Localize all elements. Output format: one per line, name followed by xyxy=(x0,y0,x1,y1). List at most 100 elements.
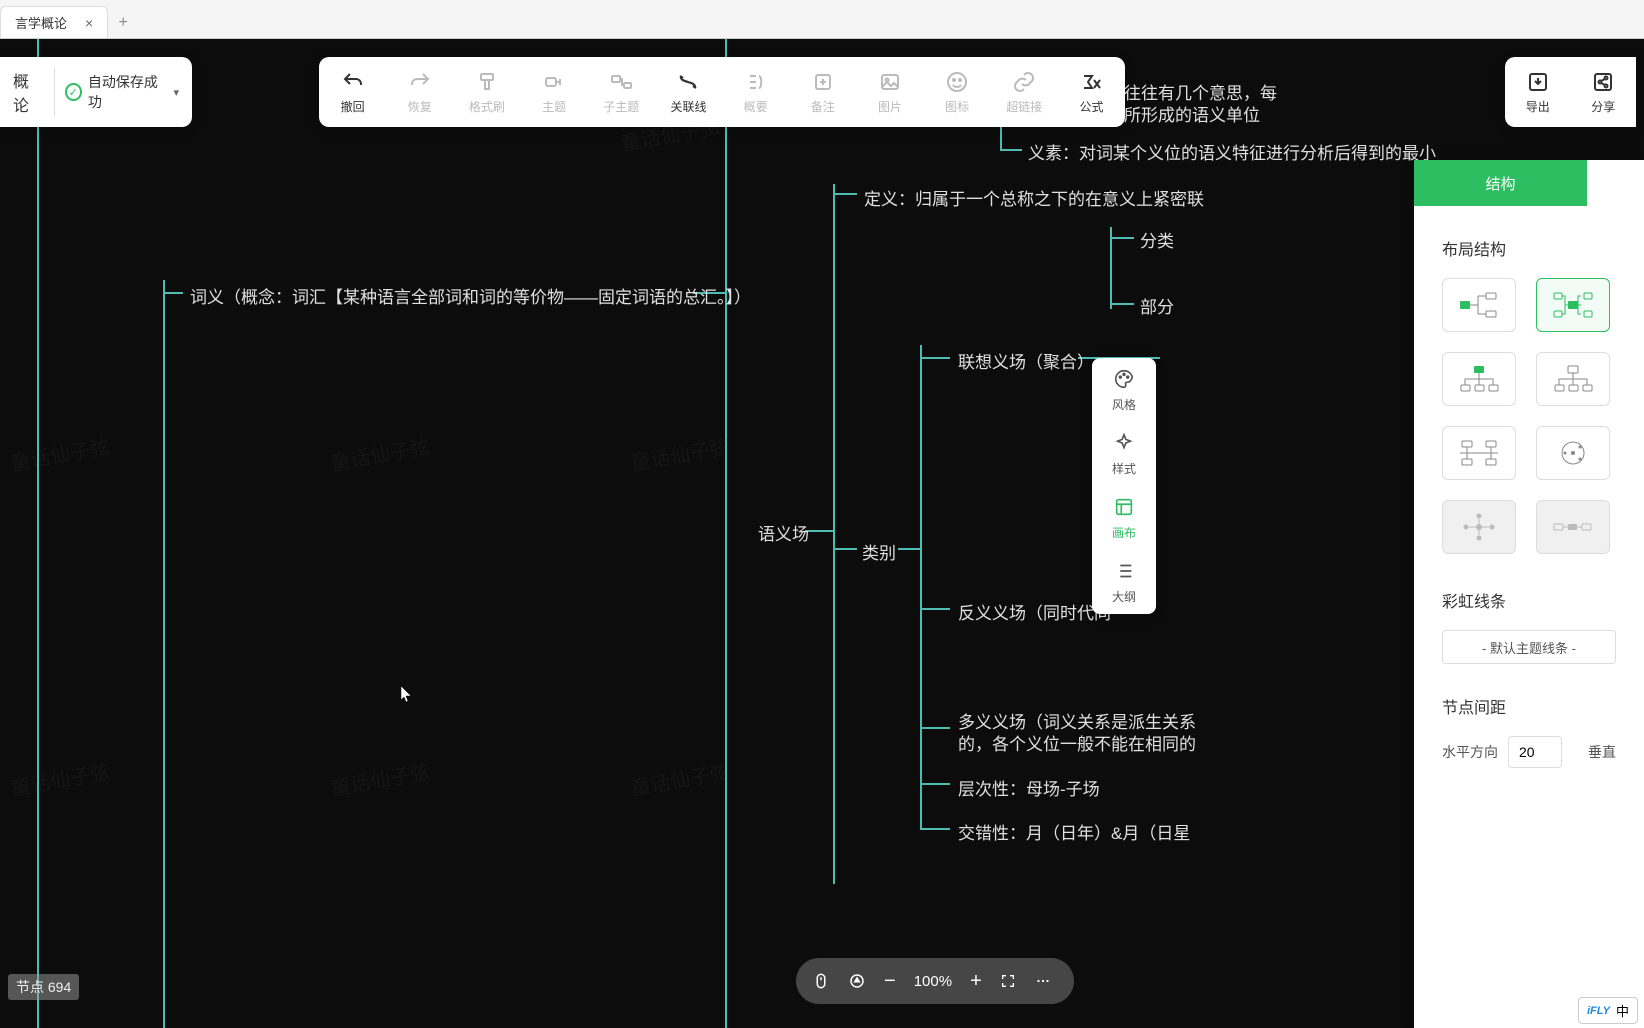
redo-button[interactable]: 恢复 xyxy=(386,57,453,127)
connector xyxy=(1110,227,1112,309)
connector xyxy=(805,530,833,532)
topic-icon xyxy=(542,70,566,94)
relation-button[interactable]: 关联线 xyxy=(655,57,722,127)
node[interactable]: 部分 xyxy=(1140,293,1174,318)
node[interactable]: 反义义场（同时代同 xyxy=(958,599,1111,624)
connector xyxy=(920,828,950,830)
formula-icon xyxy=(1079,70,1103,94)
summary-button[interactable]: 概要 xyxy=(722,57,789,127)
tab[interactable]: 言学概论 × xyxy=(0,6,108,38)
node[interactable]: 的，各个义位一般不能在相同的 xyxy=(958,730,1196,755)
format-button[interactable]: 样式 xyxy=(1092,422,1156,486)
node[interactable]: 分类 xyxy=(1140,227,1174,252)
ime-indicator[interactable]: iFLY 中 xyxy=(1578,997,1638,1024)
v-spacing-label: 垂直 xyxy=(1588,742,1616,762)
connector xyxy=(920,783,950,785)
list-icon xyxy=(1113,560,1135,585)
node-count-badge: 节点 694 xyxy=(8,974,79,1000)
spacing-heading: 节点间距 xyxy=(1442,694,1616,718)
image-button[interactable]: 图片 xyxy=(856,57,923,127)
connector xyxy=(1110,303,1134,305)
share-button[interactable]: 分享 xyxy=(1571,57,1637,127)
canvas[interactable]: 童话仙子弦 童话仙子弦 童话仙子弦 童话仙子弦 童话仙子弦 童话仙子弦 童话仙子… xyxy=(0,39,1644,1028)
connector xyxy=(920,608,950,610)
undo-icon xyxy=(341,70,365,94)
panel-tab-structure[interactable]: 结构 xyxy=(1414,160,1587,206)
node[interactable]: 语义场 xyxy=(758,520,809,545)
connector xyxy=(725,39,727,1028)
note-button[interactable]: 备注 xyxy=(789,57,856,127)
node[interactable]: 定义：归属于一个总称之下的在意义上紧密联 xyxy=(864,185,1204,210)
layout-right[interactable] xyxy=(1442,278,1516,332)
tab-title: 言学概论 xyxy=(15,13,67,32)
layout-org[interactable] xyxy=(1536,352,1610,406)
topic-button[interactable]: 主题 xyxy=(521,57,588,127)
check-icon: ✓ xyxy=(65,83,82,101)
layout-timeline[interactable] xyxy=(1442,426,1516,480)
formula-button[interactable]: 公式 xyxy=(1058,57,1125,127)
export-button[interactable]: 导出 xyxy=(1505,57,1571,127)
watermark: 童话仙子弦 xyxy=(328,431,432,477)
outline-button[interactable]: 大纲 xyxy=(1092,550,1156,614)
canvas-button[interactable]: 画布 xyxy=(1092,486,1156,550)
node[interactable]: 交错性：月（日年）&月（日星 xyxy=(958,819,1190,844)
layout-radial[interactable] xyxy=(1536,426,1610,480)
node[interactable]: 层次性：母场-子场 xyxy=(958,775,1100,800)
ime-logo: iFLY xyxy=(1587,1005,1610,1017)
mouse-icon[interactable] xyxy=(812,972,830,990)
layout-linear[interactable] xyxy=(1536,500,1610,554)
zoom-bar: − 100% + xyxy=(796,958,1074,1004)
hyperlink-button[interactable]: 超链接 xyxy=(991,57,1058,127)
right-toolbar: 导出 分享 xyxy=(1505,57,1636,127)
subtopic-button[interactable]: 子主题 xyxy=(588,57,655,127)
connector xyxy=(898,548,920,550)
summary-icon xyxy=(744,70,768,94)
watermark: 童话仙子弦 xyxy=(8,756,112,802)
relation-icon xyxy=(676,70,700,94)
export-icon xyxy=(1526,70,1550,94)
icon-button[interactable]: 图标 xyxy=(924,57,991,127)
connector xyxy=(1110,237,1134,239)
node[interactable]: 义素：对词某个义位的语义特征进行分析后得到的最小 xyxy=(1028,139,1436,164)
structure-panel: 结构 布局结构 彩虹线条 - 默认主题线条 - 节点间距 水平方向 垂直 xyxy=(1414,160,1644,1028)
undo-button[interactable]: 撤回 xyxy=(319,57,386,127)
rainbow-select[interactable]: - 默认主题线条 - xyxy=(1442,630,1616,664)
locate-icon[interactable] xyxy=(848,972,866,990)
zoom-in-button[interactable]: + xyxy=(970,970,982,993)
node-main[interactable]: 词义（概念：词汇【某种语言全部词和词的等价物——固定词语的总汇。】） xyxy=(190,283,751,308)
add-tab-button[interactable]: + xyxy=(108,8,138,38)
h-spacing-input[interactable] xyxy=(1508,736,1562,768)
node[interactable]: 联想义场（聚合） xyxy=(958,348,1094,373)
watermark: 童话仙子弦 xyxy=(328,756,432,802)
node[interactable]: 类别 xyxy=(862,539,896,564)
watermark: 童话仙子弦 xyxy=(8,431,112,477)
connector xyxy=(920,727,950,729)
layout-star[interactable] xyxy=(1442,500,1516,554)
layout-org-color[interactable] xyxy=(1442,352,1516,406)
doc-title: 概论 xyxy=(13,68,55,116)
more-icon[interactable] xyxy=(1034,972,1052,990)
ime-lang: 中 xyxy=(1616,1001,1629,1020)
layout-both[interactable] xyxy=(1536,278,1610,332)
connector xyxy=(920,357,950,359)
share-icon xyxy=(1591,70,1615,94)
watermark: 童话仙子弦 xyxy=(628,431,732,477)
rainbow-heading: 彩虹线条 xyxy=(1442,588,1616,612)
link-icon xyxy=(1012,70,1036,94)
node[interactable]: 所形成的语义单位 xyxy=(1124,101,1260,126)
connector xyxy=(163,280,165,1028)
zoom-out-button[interactable]: − xyxy=(884,970,896,993)
layout-heading: 布局结构 xyxy=(1442,236,1616,260)
format-brush-button[interactable]: 格式刷 xyxy=(453,57,520,127)
image-icon xyxy=(878,70,902,94)
style-button[interactable]: 风格 xyxy=(1092,358,1156,422)
sparkle-icon xyxy=(1113,432,1135,457)
brush-icon xyxy=(475,70,499,94)
fullscreen-icon[interactable] xyxy=(1000,973,1016,989)
autosave-status[interactable]: ✓ 自动保存成功 ▾ xyxy=(65,72,179,112)
close-icon[interactable]: × xyxy=(85,15,93,31)
subtopic-icon xyxy=(609,70,633,94)
connector xyxy=(833,193,857,195)
h-spacing-label: 水平方向 xyxy=(1442,742,1498,762)
layout-grid xyxy=(1442,278,1616,554)
